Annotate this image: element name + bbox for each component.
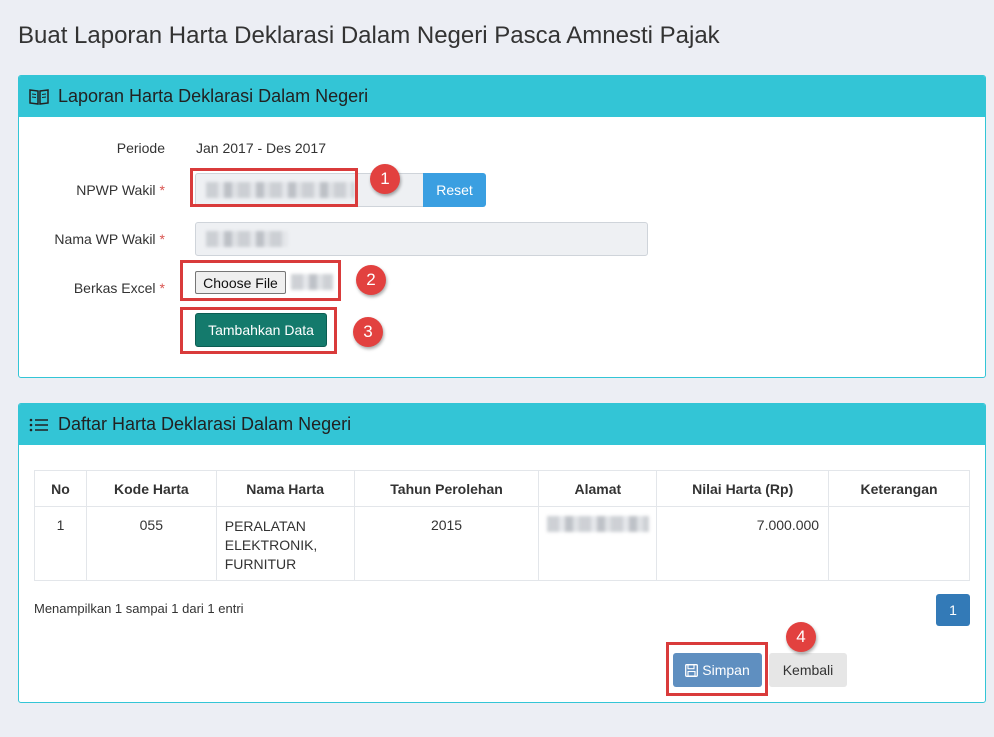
cell-nilai: 7.000.000 <box>656 506 830 581</box>
list-icon <box>29 415 49 435</box>
annotation-box-npwp <box>190 168 358 207</box>
form-panel-header: Laporan Harta Deklarasi Dalam Negeri <box>19 76 985 117</box>
npwp-label-text: NPWP Wakil <box>76 182 156 198</box>
pagination-page[interactable]: 1 <box>936 594 970 626</box>
col-header[interactable]: No <box>34 470 87 507</box>
annotation-box-file <box>180 260 341 301</box>
col-header[interactable]: Nilai Harta (Rp) <box>656 470 830 507</box>
npwp-label: NPWP Wakil * <box>18 182 165 198</box>
table-panel-header: Daftar Harta Deklarasi Dalam Negeri <box>19 404 985 445</box>
cell-no: 1 <box>34 506 87 581</box>
annotation-box-simpan <box>666 642 768 696</box>
cell-kode: 055 <box>85 506 217 581</box>
redacted-value <box>206 231 288 247</box>
table-info: Menampilkan 1 sampai 1 dari 1 entri <box>34 601 244 616</box>
required-mark: * <box>159 182 165 198</box>
book-icon <box>29 87 49 107</box>
kembali-button[interactable]: Kembali <box>769 653 847 687</box>
reset-button[interactable]: Reset <box>423 173 486 207</box>
nama-wp-label: Nama WP Wakil * <box>18 231 165 247</box>
callout-badge: 3 <box>353 317 383 347</box>
required-mark: * <box>159 280 165 296</box>
callout-badge: 2 <box>356 265 386 295</box>
callout-badge: 1 <box>370 164 400 194</box>
cell-nama: PERALATAN ELEKTRONIK, FURNITUR <box>215 506 355 581</box>
cell-alamat <box>538 506 658 581</box>
redacted-address <box>547 516 650 532</box>
page-title: Buat Laporan Harta Deklarasi Dalam Neger… <box>18 22 720 49</box>
table-header-row: No Kode Harta Nama Harta Tahun Perolehan… <box>34 470 970 507</box>
annotation-box-tambahkan <box>180 307 337 354</box>
nama-wp-input[interactable] <box>195 222 648 256</box>
col-header[interactable]: Alamat <box>538 470 658 507</box>
cell-tahun: 2015 <box>353 506 540 581</box>
table-row: 1 055 PERALATAN ELEKTRONIK, FURNITUR 201… <box>34 506 970 581</box>
col-header[interactable]: Keterangan <box>828 470 970 507</box>
callout-badge: 4 <box>786 622 816 652</box>
col-header[interactable]: Kode Harta <box>85 470 217 507</box>
periode-value: Jan 2017 - Des 2017 <box>196 140 326 156</box>
berkas-label: Berkas Excel * <box>18 280 165 296</box>
periode-label: Periode <box>116 140 165 156</box>
table-panel-title: Daftar Harta Deklarasi Dalam Negeri <box>58 414 352 434</box>
berkas-label-text: Berkas Excel <box>73 280 156 296</box>
required-mark: * <box>159 231 165 247</box>
harta-table: No Kode Harta Nama Harta Tahun Perolehan… <box>34 470 970 581</box>
cell-keterangan <box>828 506 970 581</box>
nama-wp-label-text: Nama WP Wakil <box>54 231 156 247</box>
form-panel-title: Laporan Harta Deklarasi Dalam Negeri <box>58 86 369 106</box>
col-header[interactable]: Tahun Perolehan <box>353 470 540 507</box>
col-header[interactable]: Nama Harta <box>215 470 355 507</box>
